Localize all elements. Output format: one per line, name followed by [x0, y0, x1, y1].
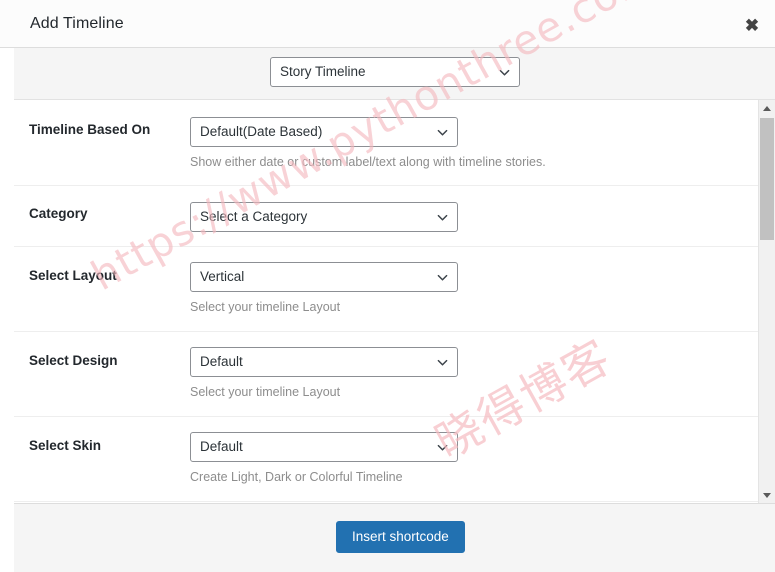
desc-timeline-based-on: Show either date or custom label/text al… — [190, 155, 546, 169]
select-design[interactable]: Default — [190, 347, 458, 377]
value-select-design: Default — [200, 354, 243, 369]
chevron-down-icon — [437, 272, 448, 283]
label-select-skin: Select Skin — [29, 438, 102, 453]
vertical-scrollbar[interactable] — [758, 100, 775, 503]
chevron-down-icon — [437, 127, 448, 138]
row-select-layout: Select Layout Vertical Select your timel… — [14, 247, 759, 332]
settings-rows: Timeline Based On Default(Date Based) Sh… — [14, 100, 759, 502]
dialog-footer: Insert shortcode — [14, 503, 775, 572]
arrow-up-icon[interactable] — [759, 100, 775, 116]
scrollbar-thumb[interactable] — [760, 118, 774, 240]
select-layout[interactable]: Vertical — [190, 262, 458, 292]
chevron-down-icon — [499, 67, 510, 78]
label-category: Category — [29, 206, 88, 221]
label-select-layout: Select Layout — [29, 268, 117, 283]
chevron-down-icon — [437, 212, 448, 223]
add-timeline-dialog: Add Timeline ✖ Story Timeline Timeline B… — [0, 0, 775, 572]
timeline-type-select[interactable]: Story Timeline — [270, 57, 520, 87]
value-select-skin: Default — [200, 439, 243, 454]
arrow-down-icon[interactable] — [759, 487, 775, 503]
label-timeline-based-on: Timeline Based On — [29, 122, 151, 137]
select-skin[interactable]: Default — [190, 432, 458, 462]
row-timeline-based-on: Timeline Based On Default(Date Based) Sh… — [14, 100, 759, 186]
dialog-title: Add Timeline — [30, 15, 124, 32]
desc-select-design: Select your timeline Layout — [190, 385, 341, 399]
label-select-design: Select Design — [29, 353, 118, 368]
field-select-layout: Vertical — [190, 262, 458, 297]
select-timeline-based-on[interactable]: Default(Date Based) — [190, 117, 458, 147]
close-icon[interactable]: ✖ — [739, 12, 765, 38]
field-timeline-based-on: Default(Date Based) — [190, 117, 458, 152]
timeline-type-select-wrap: Story Timeline — [270, 57, 520, 92]
timeline-type-strip: Story Timeline — [14, 48, 775, 100]
row-select-design: Select Design Default Select your timeli… — [14, 332, 759, 417]
chevron-down-icon — [437, 442, 448, 453]
row-category: Category Select a Category — [14, 186, 759, 247]
value-timeline-based-on: Default(Date Based) — [200, 124, 323, 139]
timeline-type-value: Story Timeline — [280, 64, 366, 79]
settings-scroll-area[interactable]: Timeline Based On Default(Date Based) Sh… — [14, 100, 775, 503]
field-select-design: Default — [190, 347, 458, 382]
desc-select-layout: Select your timeline Layout — [190, 300, 341, 314]
desc-select-skin: Create Light, Dark or Colorful Timeline — [190, 470, 403, 484]
value-select-layout: Vertical — [200, 269, 245, 284]
field-category: Select a Category — [190, 202, 458, 237]
chevron-down-icon — [437, 357, 448, 368]
select-category[interactable]: Select a Category — [190, 202, 458, 232]
value-category: Select a Category — [200, 209, 308, 224]
row-select-skin: Select Skin Default Create Light, Dark o… — [14, 417, 759, 502]
field-select-skin: Default — [190, 432, 458, 467]
dialog-header: Add Timeline ✖ — [0, 0, 775, 48]
insert-shortcode-button[interactable]: Insert shortcode — [336, 521, 465, 553]
